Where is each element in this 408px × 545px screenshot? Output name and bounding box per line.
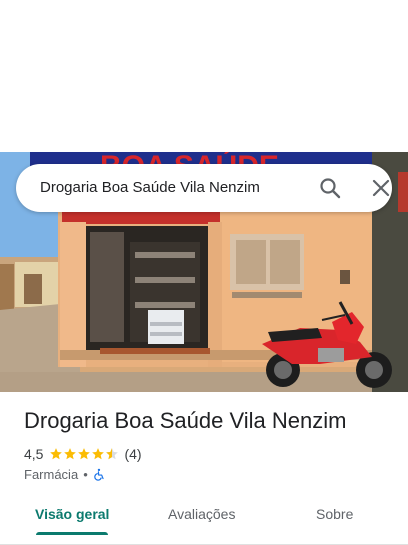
place-title: Drogaria Boa Saúde Vila Nenzim <box>24 408 347 433</box>
category-row: Farmácia • <box>24 466 106 482</box>
rating-row[interactable]: 4,5 (4) <box>24 445 142 463</box>
star-half-icon <box>106 448 119 460</box>
category-label: Farmácia <box>24 466 79 482</box>
wheelchair-accessible-icon <box>94 468 104 481</box>
search-bar[interactable]: Drogaria Boa Saúde Vila Nenzim <box>16 164 392 212</box>
search-input[interactable]: Drogaria Boa Saúde Vila Nenzim <box>40 179 260 196</box>
search-icon[interactable] <box>318 176 342 200</box>
review-count[interactable]: (4) <box>124 446 141 462</box>
tab-reviews[interactable]: Avaliações <box>168 506 235 522</box>
rating-value: 4,5 <box>24 446 44 462</box>
tab-overview[interactable]: Visão geral <box>35 506 109 522</box>
tab-about[interactable]: Sobre <box>316 506 353 522</box>
star-rating <box>49 447 119 461</box>
star-icon <box>78 448 91 460</box>
close-icon[interactable] <box>369 176 393 200</box>
blank-header-area <box>0 0 408 152</box>
star-icon <box>50 448 63 460</box>
star-icon <box>92 448 105 460</box>
separator-dot: • <box>83 466 88 482</box>
active-tab-indicator <box>36 532 108 535</box>
star-icon <box>64 448 77 460</box>
tab-bar: Visão geral Avaliações Sobre <box>0 496 408 545</box>
